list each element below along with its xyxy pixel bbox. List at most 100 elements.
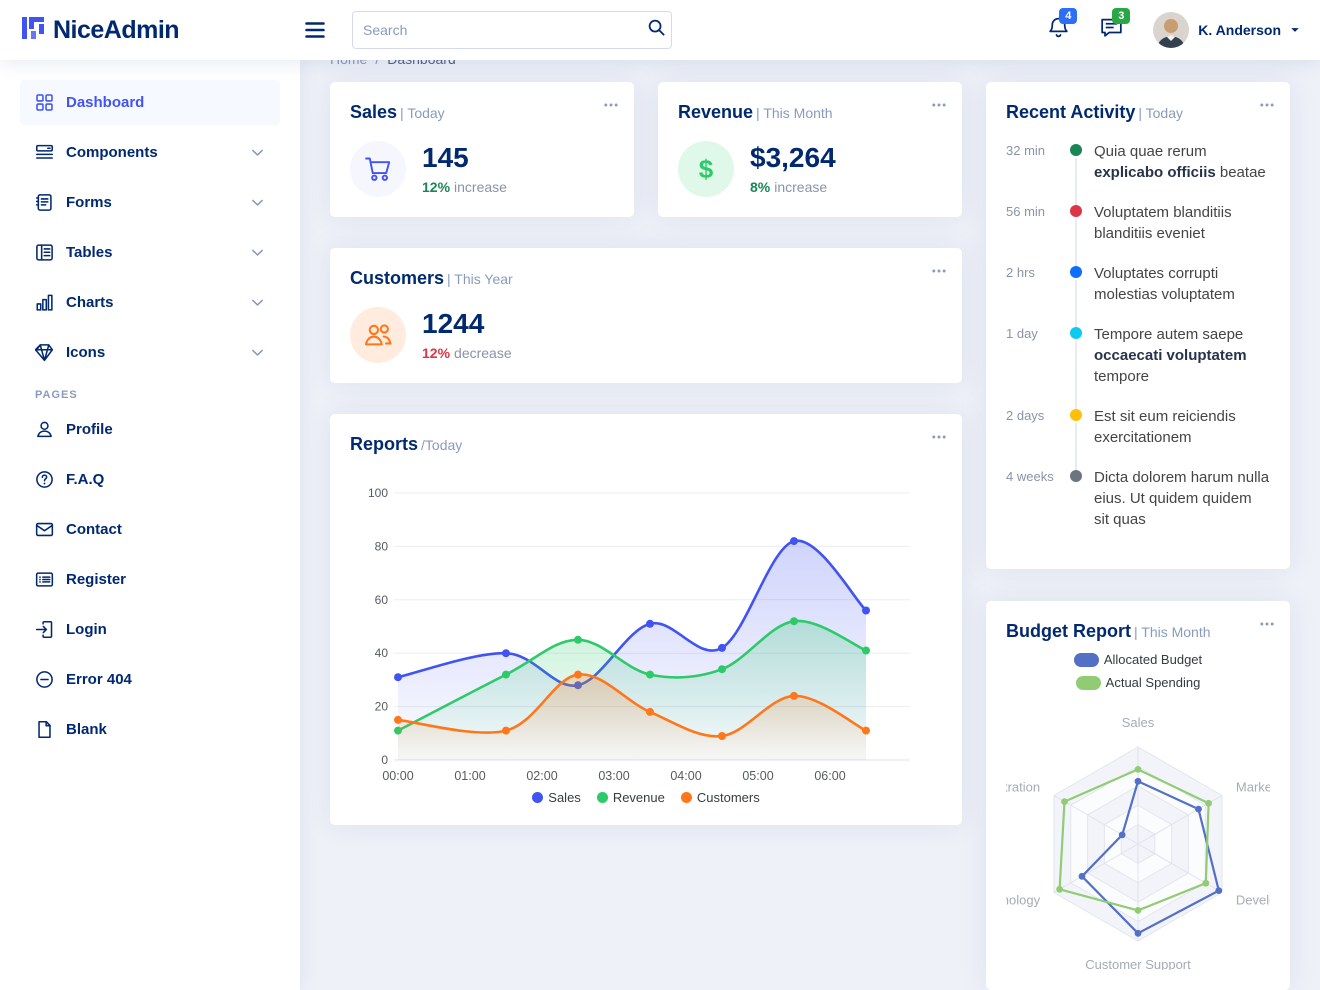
activity-rail xyxy=(1068,202,1094,263)
revenue-card: Revenue| This Month $ $3,264 8%increase xyxy=(658,82,962,217)
file-earmark-icon xyxy=(35,720,54,739)
card-menu-icon[interactable] xyxy=(930,262,948,280)
svg-text:20: 20 xyxy=(375,700,389,714)
legend-dot xyxy=(681,792,692,803)
chevron-down-icon xyxy=(1290,25,1300,35)
activity-dot xyxy=(1070,205,1082,217)
customers-value: 1244 xyxy=(422,309,512,338)
customers-trend: 12%decrease xyxy=(422,345,512,361)
right-column: Recent Activity| Today 32 min Quia quae … xyxy=(986,82,1290,990)
svg-text:Information Technology: Information Technology xyxy=(1006,893,1041,908)
sidebar-item-icons[interactable]: Icons xyxy=(20,330,280,375)
card-title: Sales| Today xyxy=(350,102,614,123)
sidebar-item-f-a-q[interactable]: F.A.Q xyxy=(20,457,280,502)
legend-item-sales[interactable]: Sales xyxy=(532,790,581,805)
card-filter: | Today xyxy=(1138,105,1183,121)
reports-line-chart: 02040608010000:0001:0002:0003:0004:0005:… xyxy=(350,465,942,788)
notifications-button[interactable]: 4 xyxy=(1047,16,1070,44)
sidebar-item-label: Error 404 xyxy=(66,671,132,688)
legend-swatch xyxy=(1074,653,1099,667)
budget-report-card: Budget Report| This Month Allocated Budg… xyxy=(986,601,1290,990)
legend-item-allocated-budget[interactable]: Allocated Budget xyxy=(1074,652,1202,667)
activity-line xyxy=(1075,158,1077,206)
card-title: Recent Activity| Today xyxy=(1006,102,1270,123)
budget-chart-legend: Allocated Budget Actual Spending xyxy=(1006,652,1270,690)
legend-label: Sales xyxy=(548,790,581,805)
envelope-icon xyxy=(35,520,54,539)
sidebar-item-register[interactable]: Register xyxy=(20,557,280,602)
activity-time: 2 days xyxy=(1006,406,1068,467)
gem-icon xyxy=(35,343,54,362)
card-filter: | This Month xyxy=(1134,624,1211,640)
dash-circle-icon xyxy=(35,670,54,689)
sidebar-item-label: Dashboard xyxy=(66,94,144,111)
legend-swatch xyxy=(1076,676,1101,690)
legend-item-revenue[interactable]: Revenue xyxy=(597,790,665,805)
recent-activity-card: Recent Activity| Today 32 min Quia quae … xyxy=(986,82,1290,569)
sidebar-item-forms[interactable]: Forms xyxy=(20,180,280,225)
legend-item-customers[interactable]: Customers xyxy=(681,790,760,805)
card-title: Revenue| This Month xyxy=(678,102,942,123)
activity-dot xyxy=(1070,144,1082,156)
card-title: Reports/Today xyxy=(350,434,942,455)
legend-label: Allocated Budget xyxy=(1104,652,1202,667)
grid-icon xyxy=(35,93,54,112)
search-button[interactable] xyxy=(647,18,666,40)
chevron-down-icon xyxy=(250,195,265,210)
people-icon xyxy=(350,307,406,363)
sales-card: Sales| Today 145 12%increase xyxy=(330,82,634,217)
main-content: Dashboard Home / Dashboard Sales| Today xyxy=(300,0,1320,990)
revenue-trend: 8%increase xyxy=(750,179,836,195)
svg-text:Customer Support: Customer Support xyxy=(1085,957,1191,970)
card-title: Customers| This Year xyxy=(350,268,942,289)
sidebar-item-charts[interactable]: Charts xyxy=(20,280,280,325)
activity-line xyxy=(1075,423,1077,471)
card-menu-icon[interactable] xyxy=(930,428,948,446)
legend-item-actual-spending[interactable]: Actual Spending xyxy=(1076,675,1201,690)
logo[interactable]: NiceAdmin xyxy=(20,15,292,46)
sidebar-item-blank[interactable]: Blank xyxy=(20,707,280,752)
sidebar-item-login[interactable]: Login xyxy=(20,607,280,652)
sidebar-item-label: Tables xyxy=(66,244,112,261)
chevron-down-icon xyxy=(250,145,265,160)
cart-icon xyxy=(350,141,406,197)
top-header: NiceAdmin 4 xyxy=(0,0,1320,60)
card-menu-icon[interactable] xyxy=(930,96,948,114)
sales-value: 145 xyxy=(422,143,507,172)
legend-dot xyxy=(532,792,543,803)
svg-text:06:00: 06:00 xyxy=(814,769,845,783)
sidebar-item-tables[interactable]: Tables xyxy=(20,230,280,275)
legend-label: Revenue xyxy=(613,790,665,805)
sidebar-item-dashboard[interactable]: Dashboard xyxy=(20,80,280,125)
toggle-sidebar-icon[interactable] xyxy=(302,17,328,43)
box-arrow-in-right-icon xyxy=(35,620,54,639)
activity-item: 2 hrs Voluptates corrupti molestias volu… xyxy=(1006,263,1270,324)
sidebar-item-contact[interactable]: Contact xyxy=(20,507,280,552)
sidebar-item-label: Components xyxy=(66,144,158,161)
chevron-down-icon xyxy=(250,345,265,360)
dollar-icon: $ xyxy=(678,141,734,197)
sidebar-item-label: F.A.Q xyxy=(66,471,104,488)
card-filter: /Today xyxy=(421,437,462,453)
profile-menu[interactable]: K. Anderson xyxy=(1153,12,1300,48)
activity-item: 56 min Voluptatem blanditiis blanditiis … xyxy=(1006,202,1270,263)
sidebar-item-label: Blank xyxy=(66,721,107,738)
messages-button[interactable]: 3 xyxy=(1100,16,1123,44)
activity-item: 2 days Est sit eum reiciendis exercitati… xyxy=(1006,406,1270,467)
card-menu-icon[interactable] xyxy=(1258,96,1276,114)
search-input[interactable] xyxy=(352,11,672,49)
sidebar-item-error-404[interactable]: Error 404 xyxy=(20,657,280,702)
question-circle-icon xyxy=(35,470,54,489)
sidebar-item-profile[interactable]: Profile xyxy=(20,407,280,452)
activity-text: Est sit eum reiciendis exercitationem xyxy=(1094,406,1270,467)
card-menu-icon[interactable] xyxy=(602,96,620,114)
svg-text:03:00: 03:00 xyxy=(598,769,629,783)
sidebar-item-components[interactable]: Components xyxy=(20,130,280,175)
person-icon xyxy=(35,420,54,439)
svg-text:40: 40 xyxy=(375,646,389,660)
activity-item: 32 min Quia quae rerum explicabo officii… xyxy=(1006,141,1270,202)
activity-rail xyxy=(1068,324,1094,406)
card-menu-icon[interactable] xyxy=(1258,615,1276,633)
activity-line xyxy=(1075,341,1077,410)
sidebar-item-label: Forms xyxy=(66,194,112,211)
